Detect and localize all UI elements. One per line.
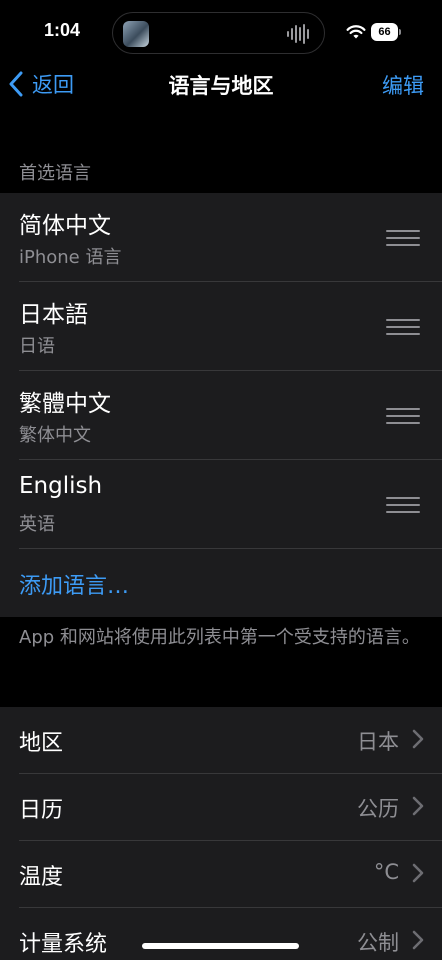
battery-tip	[399, 29, 401, 35]
language-subtitle: 繁体中文	[19, 425, 91, 446]
language-row[interactable]: 简体中文 iPhone 语言	[0, 193, 442, 282]
add-language-button[interactable]: 添加语言…	[19, 568, 129, 600]
setting-row-measurement[interactable]: 计量系统 公制	[0, 908, 442, 960]
status-time: 1:04	[44, 20, 81, 40]
language-region-screen: 1:04 66 返回 语言与地区 编辑 首选语言 简体中文 iPhone 语言	[0, 0, 442, 960]
language-name: English	[19, 473, 103, 499]
reorder-handle-icon[interactable]	[386, 495, 420, 515]
setting-value: °C	[373, 860, 399, 884]
setting-value: 公制	[357, 931, 399, 955]
chevron-right-icon	[412, 729, 424, 749]
chevron-right-icon	[412, 930, 424, 950]
setting-label: 计量系统	[19, 932, 108, 957]
language-subtitle: 日语	[19, 336, 55, 357]
language-row[interactable]: 日本語 日语	[0, 282, 442, 371]
setting-value: 公历	[357, 797, 399, 821]
language-footer-note: App 和网站将使用此列表中第一个受支持的语言。	[19, 627, 420, 648]
language-row[interactable]: English 英语	[0, 460, 442, 549]
edit-button[interactable]: 编辑	[382, 70, 424, 100]
language-subtitle: 英语	[19, 514, 55, 535]
dynamic-island[interactable]	[112, 12, 325, 54]
setting-row-calendar[interactable]: 日历 公历	[0, 774, 442, 840]
chevron-right-icon	[412, 796, 424, 816]
reorder-handle-icon[interactable]	[386, 406, 420, 426]
home-indicator[interactable]	[142, 943, 299, 949]
chevron-right-icon	[412, 863, 424, 883]
language-name: 简体中文	[19, 213, 111, 239]
battery-indicator: 66	[371, 23, 398, 41]
page-title: 语言与地区	[168, 74, 274, 98]
language-name: 日本語	[19, 302, 88, 328]
preferred-languages-list: 简体中文 iPhone 语言 日本語 日语 繁體中文 繁体中文 English …	[0, 193, 442, 617]
audio-waveform-icon	[287, 24, 309, 44]
reorder-handle-icon[interactable]	[386, 317, 420, 337]
setting-label: 地区	[19, 731, 64, 756]
setting-label: 日历	[19, 798, 64, 823]
region-settings-list: 地区 日本 日历 公历 温度 °C 计量系统 公制	[0, 707, 442, 960]
setting-row-region[interactable]: 地区 日本	[0, 707, 442, 773]
wifi-icon	[346, 25, 366, 39]
album-art-icon	[123, 21, 149, 47]
setting-row-temperature[interactable]: 温度 °C	[0, 841, 442, 907]
setting-label: 温度	[19, 865, 64, 890]
setting-value: 日本	[357, 730, 399, 754]
language-row[interactable]: 繁體中文 繁体中文	[0, 371, 442, 460]
reorder-handle-icon[interactable]	[386, 228, 420, 248]
row-divider	[19, 548, 442, 549]
section-header-preferred-languages: 首选语言	[19, 163, 91, 184]
language-subtitle: iPhone 语言	[19, 247, 122, 268]
language-name: 繁體中文	[19, 391, 111, 417]
